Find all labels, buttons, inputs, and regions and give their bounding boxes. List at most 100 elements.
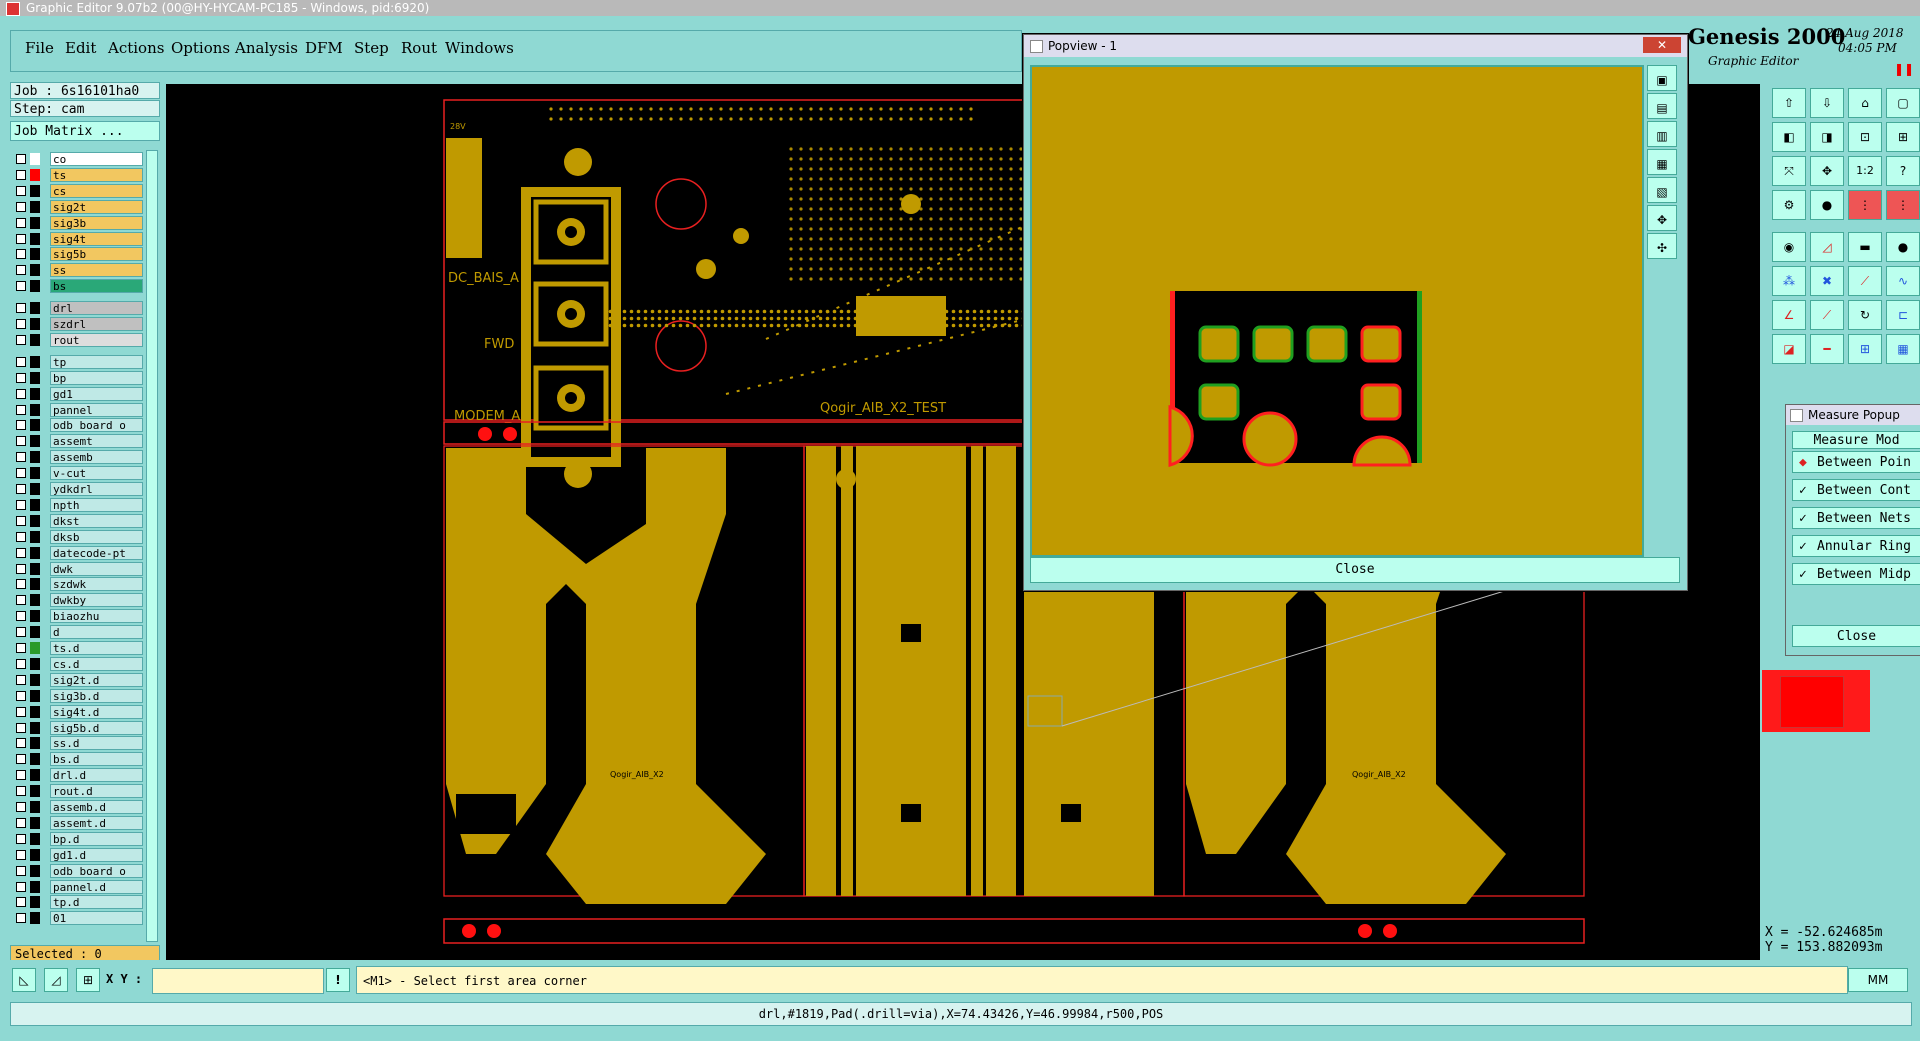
mode-between-contours[interactable]: ✓ Between Cont <box>1792 479 1920 501</box>
layer-row[interactable]: tp.d <box>12 895 143 910</box>
layer-row[interactable]: gd1 <box>12 386 143 401</box>
alert-icon[interactable]: ! <box>326 968 350 992</box>
layer-checkbox[interactable] <box>16 372 26 383</box>
layer-color-swatch[interactable] <box>30 530 40 543</box>
mode-between-midpoints[interactable]: ✓ Between Midp <box>1792 563 1920 585</box>
layer-name[interactable]: assemb.d <box>50 800 143 814</box>
layer-color-swatch[interactable] <box>30 769 40 782</box>
layer-color-swatch[interactable] <box>30 483 40 495</box>
select-icon[interactable]: ◉ <box>1772 232 1806 262</box>
bracket-icon[interactable]: ⊏ <box>1886 300 1920 330</box>
layer-checkbox[interactable] <box>16 881 26 892</box>
layer-color-swatch[interactable] <box>30 657 40 670</box>
layer-checkbox[interactable] <box>16 281 26 292</box>
layer-color-swatch[interactable] <box>30 514 40 527</box>
layer-color-swatch[interactable] <box>30 848 40 861</box>
layer-color-swatch[interactable] <box>30 153 40 165</box>
layer-color-swatch[interactable] <box>30 880 40 893</box>
layer-color-swatch[interactable] <box>30 371 40 384</box>
layer-color-swatch[interactable] <box>30 248 40 261</box>
layer-name[interactable]: ydkdrl <box>50 482 143 496</box>
layer-row[interactable]: dksb <box>12 529 143 544</box>
layer-color-swatch[interactable] <box>30 451 40 464</box>
layer-row[interactable]: szdwk <box>12 577 143 592</box>
layer-row[interactable]: szdrl <box>12 317 143 331</box>
layer-color-swatch[interactable] <box>30 419 40 432</box>
popview-home-icon[interactable]: ▦ <box>1647 149 1677 175</box>
layer-row[interactable]: 01 <box>12 911 143 926</box>
line-icon[interactable]: ⟋ <box>1848 266 1882 296</box>
pan-icon[interactable]: ✥ <box>1810 156 1844 186</box>
layer-color-swatch[interactable] <box>30 705 40 718</box>
measure-icon[interactable]: ◿ <box>1810 232 1844 262</box>
layers-icon[interactable]: ▦ <box>1886 334 1920 364</box>
open-layer-icon[interactable]: ⇧ <box>1772 88 1806 118</box>
layer-color-swatch[interactable] <box>30 864 40 877</box>
layer-name[interactable]: dwk <box>50 561 143 576</box>
minus-icon[interactable]: ━ <box>1810 334 1844 364</box>
layer-name[interactable]: sig3b.d <box>50 688 143 703</box>
menu-actions[interactable]: Actions <box>108 39 164 57</box>
popview-fit-icon[interactable]: ▧ <box>1647 177 1677 203</box>
layer-row[interactable]: biaozhu <box>12 609 143 624</box>
layer-name[interactable]: bs.d <box>50 752 143 767</box>
layer-color-swatch[interactable] <box>30 626 40 639</box>
layer-row[interactable]: v-cut <box>12 466 143 481</box>
layer-row[interactable]: sig2t.d <box>12 672 143 687</box>
grid-tool-icon[interactable]: ⊞ <box>76 968 100 992</box>
layer-name[interactable]: gd1.d <box>50 847 143 862</box>
layer-row[interactable]: assemt.d <box>12 815 143 830</box>
layer-color-swatch[interactable] <box>30 578 40 591</box>
layer-name[interactable]: biaozhu <box>50 609 143 624</box>
ruler-icon[interactable]: ▬ <box>1848 232 1882 262</box>
layer-name[interactable]: assemb <box>50 450 143 465</box>
layer-checkbox[interactable] <box>16 303 26 314</box>
layer-row[interactable]: assemb.d <box>12 800 143 814</box>
popview-expand-icon[interactable]: ✥ <box>1647 205 1677 231</box>
layer-row[interactable]: datecode-pt <box>12 545 143 560</box>
layer-checkbox[interactable] <box>16 319 26 329</box>
layer-checkbox[interactable] <box>16 531 26 542</box>
layer-row[interactable]: tp <box>12 354 143 369</box>
layer-checkbox[interactable] <box>16 738 26 749</box>
layer-color-swatch[interactable] <box>30 302 40 315</box>
layer-color-swatch[interactable] <box>30 753 40 766</box>
layer-name[interactable]: dwkby <box>50 593 143 608</box>
layer-name[interactable]: sig4t <box>50 231 143 246</box>
arc-icon[interactable]: ↻ <box>1848 300 1882 330</box>
menu-step[interactable]: Step <box>354 39 389 57</box>
snapshot-icon[interactable]: ▢ <box>1886 88 1920 118</box>
mini-view[interactable] <box>1762 670 1870 732</box>
layer-checkbox[interactable] <box>16 833 26 844</box>
menu-edit[interactable]: Edit <box>65 39 96 57</box>
scale-1-2-icon[interactable]: 1:2 <box>1848 156 1882 186</box>
layer-row[interactable]: ts.d <box>12 641 143 655</box>
angle-icon[interactable]: ∠ <box>1772 300 1806 330</box>
layer-checkbox[interactable] <box>16 563 26 574</box>
zoom-prev-icon[interactable]: ◧ <box>1772 122 1806 152</box>
layer-color-swatch[interactable] <box>30 498 40 511</box>
layer-name[interactable]: tp.d <box>50 895 143 910</box>
layer-checkbox[interactable] <box>16 233 26 244</box>
layer-name[interactable]: ss <box>50 263 143 278</box>
layer-color-swatch[interactable] <box>30 816 40 829</box>
layer-name[interactable]: v-cut <box>50 466 143 481</box>
shape-icon[interactable]: ◪ <box>1772 334 1806 364</box>
measure-tool-icon[interactable]: ◿ <box>44 968 68 992</box>
layer-row[interactable]: d <box>12 625 143 640</box>
layer-color-swatch[interactable] <box>30 387 40 400</box>
layer-checkbox[interactable] <box>16 420 26 431</box>
layer-color-swatch[interactable] <box>30 673 40 686</box>
layer-row[interactable]: sig5b <box>12 247 143 262</box>
layer-name[interactable]: bp.d <box>50 831 143 846</box>
layer-row[interactable]: sig3b <box>12 215 143 230</box>
layer-row[interactable]: co <box>12 152 143 166</box>
features-icon[interactable]: ⚙ <box>1772 190 1806 220</box>
layer-name[interactable]: pannel.d <box>50 879 143 894</box>
layer-color-swatch[interactable] <box>30 168 40 181</box>
layer-checkbox[interactable] <box>16 786 26 797</box>
menu-dfm[interactable]: DFM <box>305 39 343 57</box>
layer-row[interactable]: dwk <box>12 561 143 576</box>
layer-name[interactable]: d <box>50 625 143 640</box>
layer-color-swatch[interactable] <box>30 435 40 448</box>
